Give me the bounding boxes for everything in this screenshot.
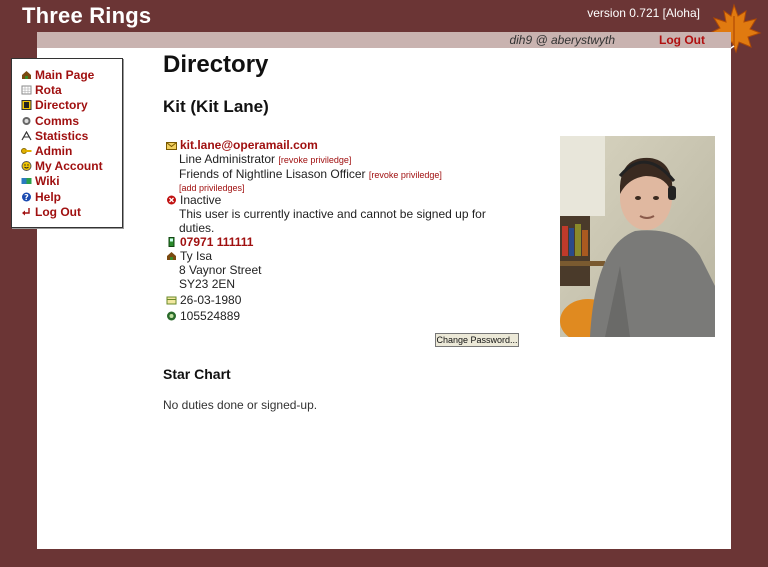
phone-icon	[166, 237, 177, 247]
status-row: Inactive	[166, 193, 516, 207]
book-icon	[21, 100, 32, 111]
dob-row: 26-03-1980	[166, 293, 516, 307]
key-icon	[21, 146, 32, 156]
version-label: version 0.721 [Aloha]	[587, 6, 700, 20]
house-icon	[166, 251, 177, 261]
inactive-icon	[166, 195, 177, 205]
add-privileges-row: [add priviledges]	[166, 182, 516, 193]
header-logout-link[interactable]: Log Out	[659, 33, 705, 47]
address-row: Ty Isa	[166, 249, 516, 263]
smiley-icon	[21, 161, 32, 172]
change-password-button[interactable]: Change Password...	[435, 333, 519, 347]
calendar-icon	[21, 85, 32, 95]
comms-icon	[21, 116, 32, 126]
side-navigation: Main Page Rota Directory Comms Statistic…	[11, 58, 123, 228]
phone-number[interactable]: 07971 111111	[180, 235, 253, 249]
id-number: 105524889	[180, 309, 241, 323]
calendar-icon	[166, 295, 177, 305]
date-of-birth: 26-03-1980	[180, 293, 242, 307]
status-note: This user is currently inactive and cann…	[179, 207, 486, 235]
svg-text:?: ?	[24, 193, 29, 202]
star-chart-title: Star Chart	[163, 366, 231, 382]
nav-rota[interactable]: Rota	[21, 83, 122, 98]
envelope-icon	[166, 142, 177, 152]
nav-main-page[interactable]: Main Page	[21, 68, 122, 83]
add-privileges-link[interactable]: [add priviledges]	[179, 183, 245, 193]
address-line-3: SY23 2EN	[179, 277, 236, 291]
nav-directory[interactable]: Directory	[21, 98, 122, 113]
person-name: Kit (Kit Lane)	[163, 97, 269, 116]
contact-details: kit.lane@operamail.com Line Administrato…	[166, 138, 516, 323]
role-friends-officer: Friends of Nightline Lisason Officer [re…	[179, 167, 442, 181]
house-icon	[21, 70, 32, 80]
address-line-1: Ty Isa	[180, 249, 213, 263]
user-bar: dih9 @ aberystwyth Log Out	[37, 32, 731, 48]
role-line-administrator: Line Administrator [revoke priviledge]	[179, 152, 352, 166]
nav-wiki[interactable]: Wiki	[21, 174, 122, 189]
badge-icon	[166, 311, 177, 321]
revoke-privilege-link[interactable]: [revoke priviledge]	[369, 170, 442, 180]
help-icon: ?	[21, 192, 32, 202]
nav-admin[interactable]: Admin	[21, 144, 122, 159]
chart-icon	[21, 130, 32, 141]
email-row: kit.lane@operamail.com	[166, 138, 516, 152]
profile-photo	[560, 136, 715, 337]
phone-row: 07971 111111	[166, 235, 516, 249]
logout-arrow-icon	[21, 207, 32, 217]
id-row: 105524889	[166, 309, 516, 323]
page-title: Directory	[163, 51, 269, 78]
wiki-icon	[21, 176, 32, 186]
nav-help[interactable]: ? Help	[21, 190, 122, 205]
status-label: Inactive	[180, 193, 222, 207]
nav-my-account[interactable]: My Account	[21, 159, 122, 174]
email-link[interactable]: kit.lane@operamail.com	[180, 138, 318, 152]
nav-statistics[interactable]: Statistics	[21, 129, 122, 144]
brand-title: Three Rings	[22, 3, 152, 28]
nav-comms[interactable]: Comms	[21, 114, 122, 129]
current-user: dih9 @ aberystwyth	[509, 33, 615, 47]
address-line-2: 8 Vaynor Street	[179, 263, 262, 277]
nav-log-out[interactable]: Log Out	[21, 205, 122, 220]
star-chart-empty-text: No duties done or signed-up.	[163, 398, 318, 412]
revoke-privilege-link[interactable]: [revoke priviledge]	[278, 155, 351, 165]
